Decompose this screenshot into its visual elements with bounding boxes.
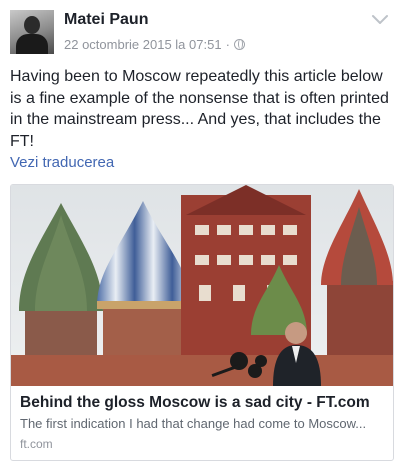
avatar-body-shape [16, 34, 48, 54]
post-meta: 22 octombrie 2015 la 07:51 · [64, 37, 245, 52]
meta-separator: · [225, 37, 230, 52]
author-name[interactable]: Matei Paun [64, 11, 148, 29]
link-title[interactable]: Behind the gloss Moscow is a sad city - … [20, 394, 370, 412]
see-translation-link[interactable]: Vezi traducerea [10, 154, 114, 171]
chevron-down-icon[interactable] [370, 12, 390, 28]
post-body-text: Having been to Moscow repeatedly this ar… [10, 68, 389, 150]
post-timestamp[interactable]: 22 octombrie 2015 la 07:51 [64, 37, 222, 52]
link-description: The first indication I had that change h… [20, 416, 367, 431]
shared-link-card[interactable]: Behind the gloss Moscow is a sad city - … [10, 184, 394, 461]
post-header: Matei Paun 22 octombrie 2015 la 07:51 · [0, 0, 400, 62]
globe-icon[interactable] [233, 39, 245, 50]
link-domain: ft.com [20, 437, 53, 451]
avatar-head-shape [24, 16, 40, 34]
link-preview-image[interactable] [11, 185, 393, 386]
avatar[interactable] [10, 10, 54, 54]
